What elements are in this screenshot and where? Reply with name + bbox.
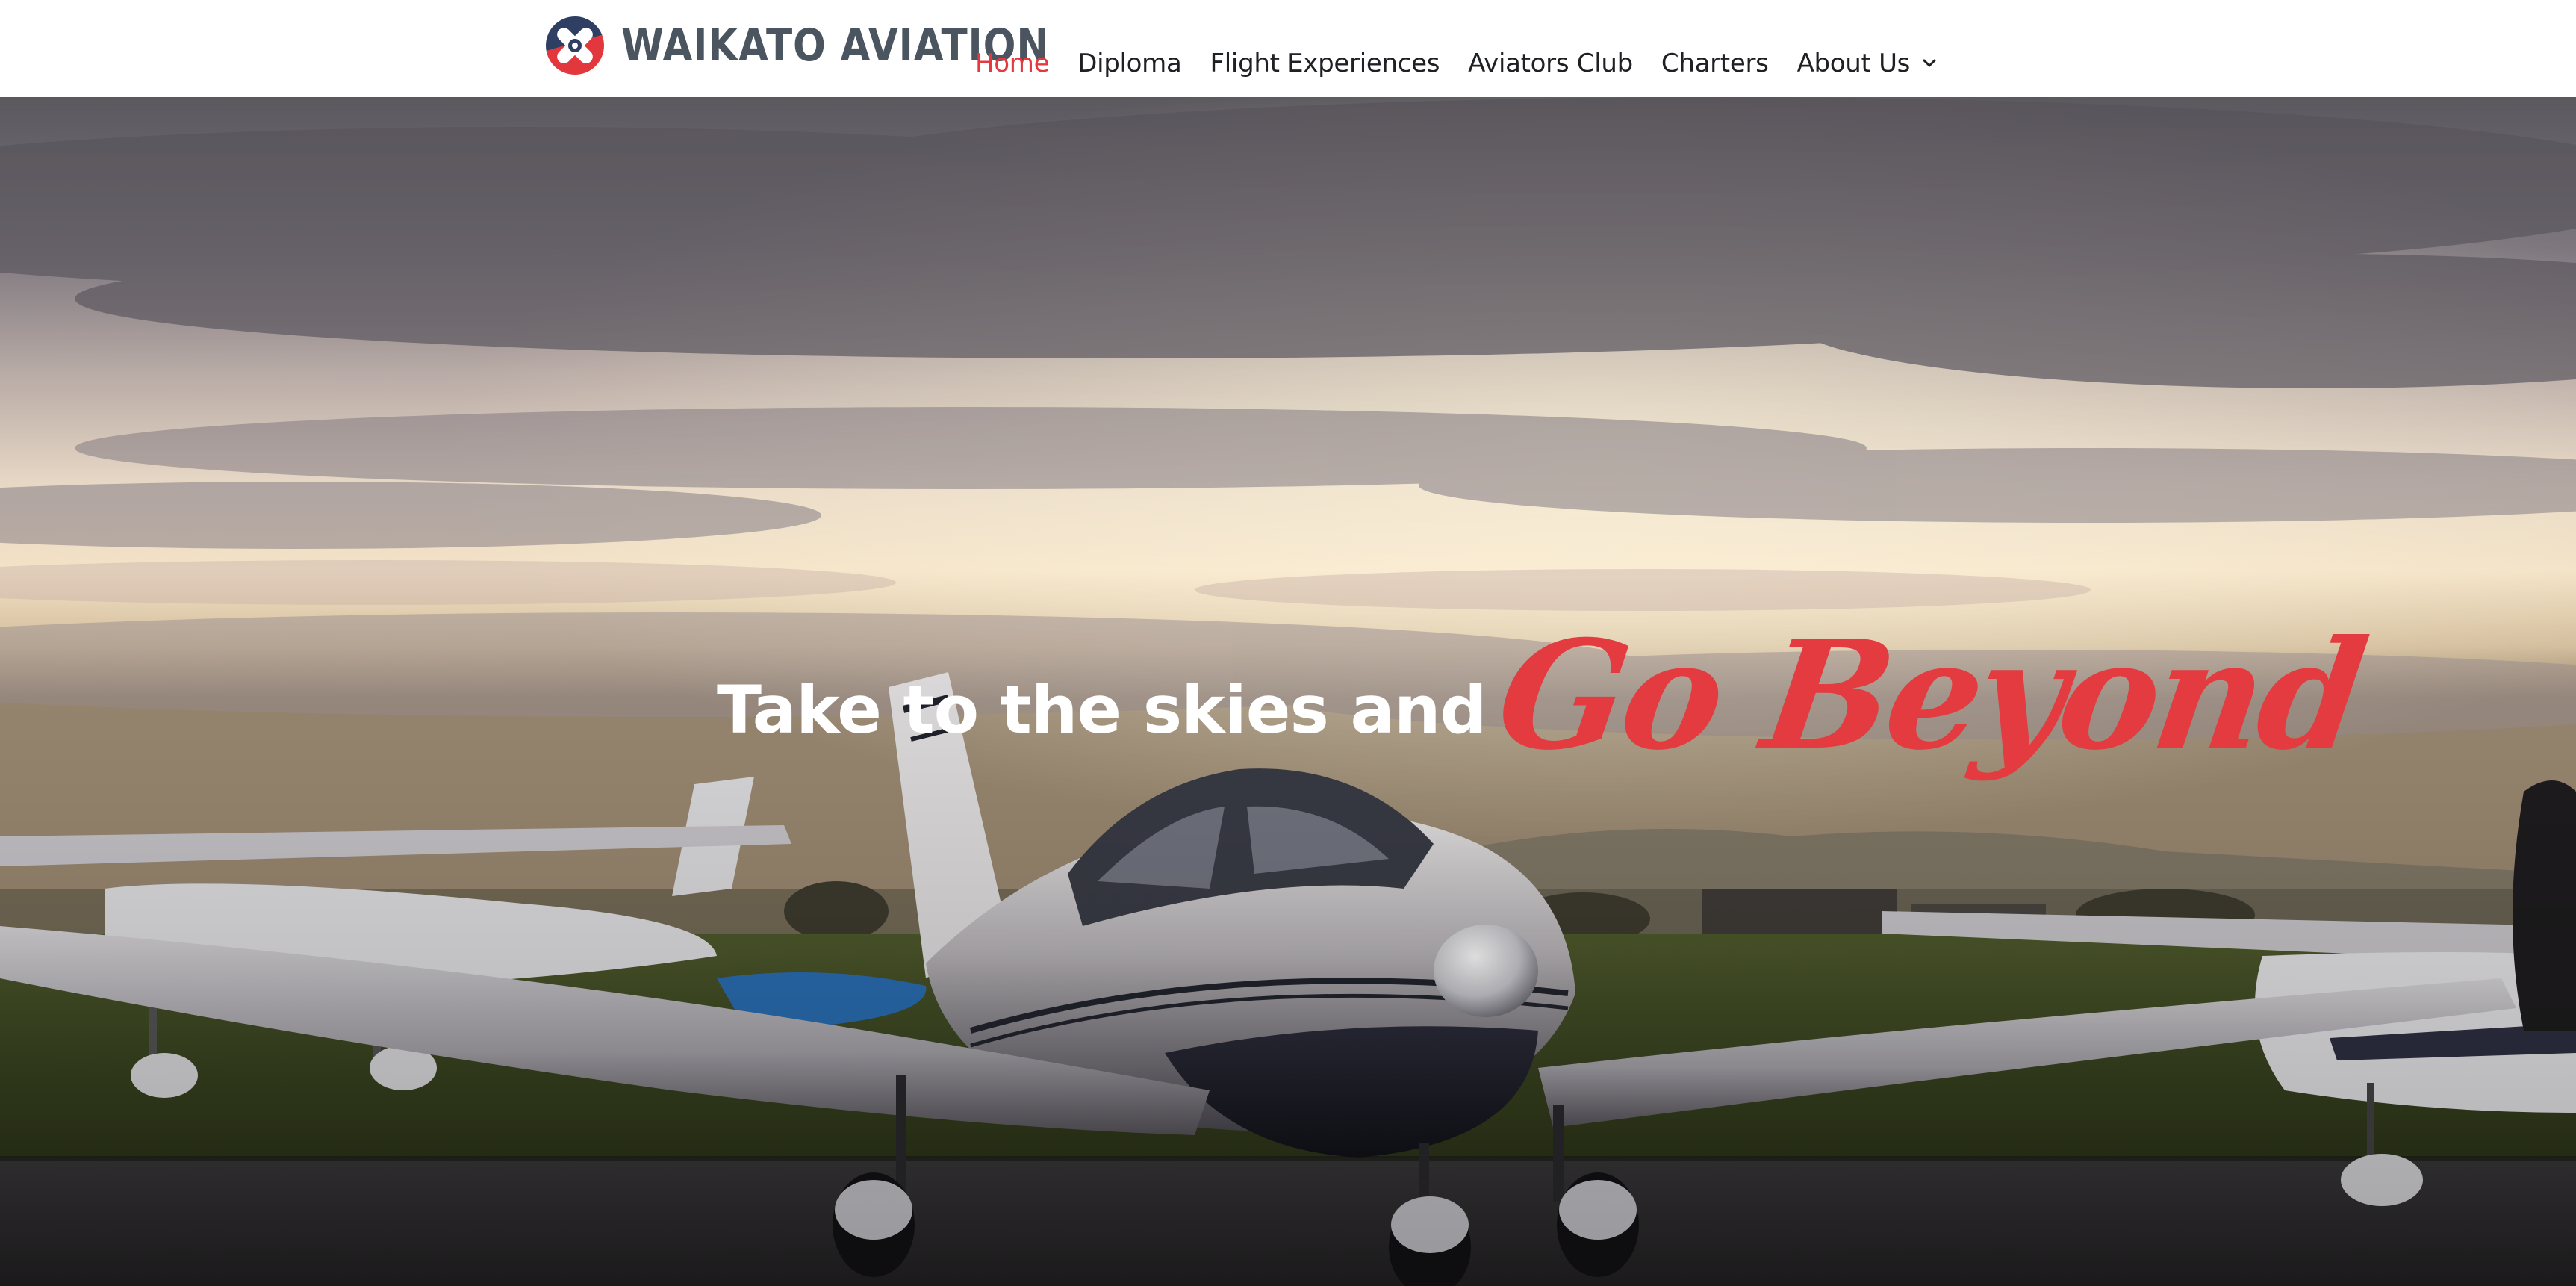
nav-item-diploma[interactable]: Diploma [1077, 49, 1182, 78]
nav-item-label: Aviators Club [1468, 49, 1633, 78]
nav-item-label: Home [975, 49, 1050, 78]
nav-item-home[interactable]: Home [975, 49, 1050, 78]
nav-item-flight-experiences[interactable]: Flight Experiences [1210, 49, 1440, 78]
hero-banner: Take to the skies and Go Beyond [0, 97, 2576, 1286]
nav-item-label: Flight Experiences [1210, 49, 1440, 78]
headline-lead-text: Take to the skies and [717, 671, 1487, 748]
nav-item-charters[interactable]: Charters [1661, 49, 1769, 78]
nav-item-aviators-club[interactable]: Aviators Club [1468, 49, 1633, 78]
hero-headline: Take to the skies and Go Beyond [717, 575, 2372, 844]
nav-item-label: About Us [1796, 49, 1911, 78]
nav-item-about-us[interactable]: About Us [1797, 49, 1938, 78]
chevron-down-icon [1923, 59, 1936, 67]
site-header: WAIKATO AVIATION Home Diploma Flight Exp… [0, 0, 2576, 97]
headline-accent-text: Go Beyond [1487, 608, 2372, 783]
nav-item-label: Diploma [1077, 49, 1182, 78]
propeller-roundel-icon [544, 15, 606, 76]
main-navigation: Home Diploma Flight Experiences Aviators… [975, 37, 1937, 90]
nav-item-label: Charters [1661, 49, 1769, 78]
